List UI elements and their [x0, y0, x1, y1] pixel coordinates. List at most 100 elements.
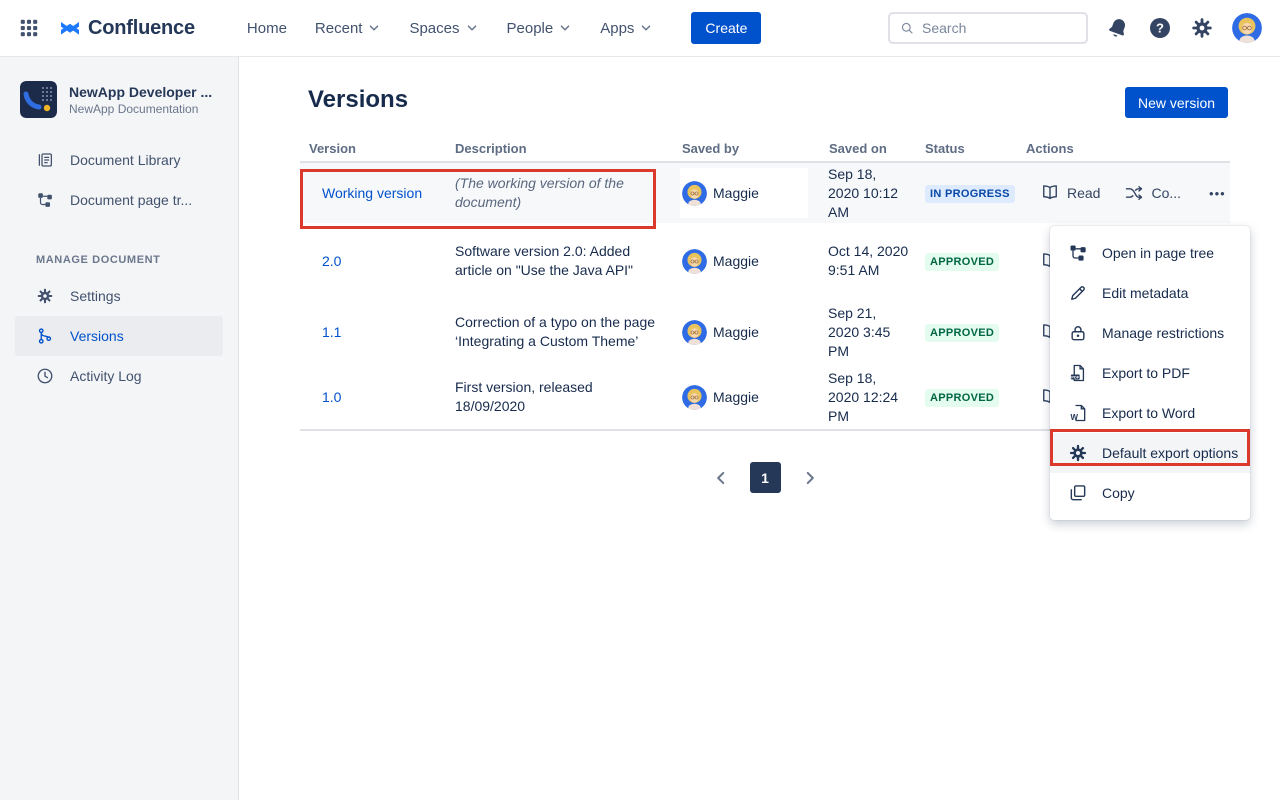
menu-item-label: Open in page tree — [1102, 245, 1214, 261]
nav-item-people[interactable]: People — [497, 14, 583, 43]
nav-item-home[interactable]: Home — [237, 14, 297, 43]
sidebar-section-title: MANAGE DOCUMENT — [36, 254, 238, 266]
sidebar-item-versions[interactable]: Versions — [15, 316, 223, 356]
menu-item-label: Edit metadata — [1102, 285, 1188, 301]
word-icon — [1068, 403, 1088, 423]
version-link[interactable]: 2.0 — [300, 253, 450, 269]
gear-icon — [36, 287, 54, 305]
read-action[interactable]: Read — [1040, 183, 1100, 203]
menu-item-default-export-options[interactable]: Default export options — [1050, 433, 1250, 473]
version-link[interactable]: Working version — [300, 185, 450, 201]
saved-on: Sep 18, 2020 10:12 AM — [828, 165, 918, 222]
logo-text: Confluence — [88, 17, 195, 40]
menu-item-edit-metadata[interactable]: Edit metadata — [1050, 273, 1250, 313]
saved-by-name: Maggie — [713, 185, 759, 201]
version-description: (The working version of the document) — [450, 174, 680, 212]
settings-gear-icon[interactable] — [1190, 16, 1214, 40]
menu-item-open-in-page-tree[interactable]: Open in page tree — [1050, 233, 1250, 273]
nav-item-label: Spaces — [409, 20, 459, 37]
clock-icon — [36, 367, 54, 385]
column-header: Status — [918, 141, 1020, 156]
sidebar-item-activity-log[interactable]: Activity Log — [15, 356, 223, 396]
avatar-icon — [682, 385, 707, 410]
nav-item-spaces[interactable]: Spaces — [399, 14, 488, 43]
column-header: Saved on — [828, 141, 918, 156]
menu-item-copy[interactable]: Copy — [1050, 473, 1250, 513]
nav-item-apps[interactable]: Apps — [590, 14, 663, 43]
library-icon — [36, 151, 54, 169]
page-tree-icon — [1068, 243, 1088, 263]
page-title: Versions — [308, 86, 408, 114]
space-subtitle: NewApp Documentation — [69, 102, 212, 116]
sidebar-item-settings[interactable]: Settings — [15, 276, 223, 316]
saved-on: Sep 18, 2020 12:24 PM — [828, 369, 918, 426]
menu-item-export-to-pdf[interactable]: Export to PDF — [1050, 353, 1250, 393]
menu-item-label: Manage restrictions — [1102, 325, 1224, 341]
page-number-current[interactable]: 1 — [750, 462, 781, 493]
table-header-row: Version Description Saved by Saved on St… — [300, 135, 1230, 163]
saved-on: Sep 21, 2020 3:45 PM — [828, 304, 918, 361]
new-version-button[interactable]: New version — [1125, 87, 1228, 118]
sidebar-item-label: Settings — [70, 288, 121, 304]
nav-item-label: People — [507, 20, 554, 37]
sidebar-item-label: Document page tr... — [70, 192, 192, 208]
app-switcher-icon[interactable] — [18, 17, 40, 39]
saved-by-cell: Maggie — [680, 223, 828, 299]
pdf-icon — [1068, 363, 1088, 383]
page-tree-icon — [36, 191, 54, 209]
chevron-down-icon — [465, 21, 479, 35]
nav-item-recent[interactable]: Recent — [305, 14, 392, 43]
status-badge: APPROVED — [925, 389, 999, 407]
version-description: Correction of a typo on the page ‘Integr… — [450, 313, 680, 351]
column-header: Version — [300, 141, 450, 156]
space-header[interactable]: NewApp Developer ... NewApp Documentatio… — [0, 81, 238, 124]
previous-page-icon[interactable] — [712, 469, 730, 487]
table-row: Working version (The working version of … — [300, 163, 1230, 223]
saved-by-name: Maggie — [713, 389, 759, 405]
status-cell: APPROVED — [918, 252, 1020, 271]
saved-by-cell: Maggie — [680, 168, 808, 218]
version-link[interactable]: 1.0 — [300, 389, 450, 405]
sidebar-item-document-library[interactable]: Document Library — [15, 140, 223, 180]
version-description: First version, released 18/09/2020 — [450, 378, 680, 416]
confluence-logo[interactable]: Confluence — [58, 16, 195, 40]
menu-item-label: Export to PDF — [1102, 365, 1190, 381]
status-cell: IN PROGRESS — [918, 184, 1020, 203]
saved-by-cell: Maggie — [680, 365, 828, 429]
version-link[interactable]: 1.1 — [300, 324, 450, 340]
status-badge: APPROVED — [925, 324, 999, 342]
notifications-bell-icon[interactable] — [1106, 16, 1130, 40]
actions-context-menu: Open in page tree Edit metadata Manage r… — [1050, 226, 1250, 520]
menu-item-export-to-word[interactable]: Export to Word — [1050, 393, 1250, 433]
menu-item-label: Copy — [1102, 485, 1135, 501]
primary-nav: Home Recent Spaces People Apps — [237, 14, 664, 43]
versions-branch-icon — [36, 327, 54, 345]
saved-on: Oct 14, 2020 9:51 AM — [828, 242, 918, 280]
actions-cell: Read Co... ••• — [1020, 183, 1230, 203]
avatar-icon — [682, 320, 707, 345]
help-icon[interactable] — [1148, 16, 1172, 40]
menu-item-manage-restrictions[interactable]: Manage restrictions — [1050, 313, 1250, 353]
confluence-mark-icon — [58, 16, 82, 40]
sidebar-item-label: Activity Log — [70, 368, 142, 384]
nav-item-label: Apps — [600, 20, 634, 37]
pencil-icon — [1068, 283, 1088, 303]
status-badge: IN PROGRESS — [925, 185, 1015, 203]
search-input[interactable] — [922, 20, 1076, 36]
user-avatar[interactable] — [1232, 13, 1262, 43]
nav-item-label: Recent — [315, 20, 363, 37]
create-button[interactable]: Create — [691, 12, 761, 44]
status-cell: APPROVED — [918, 388, 1020, 407]
space-name: NewApp Developer ... — [69, 84, 212, 100]
avatar-icon — [682, 249, 707, 274]
more-actions-button[interactable]: ••• — [1209, 186, 1226, 201]
compare-action[interactable]: Co... — [1124, 183, 1181, 203]
sidebar-item-label: Versions — [70, 328, 124, 344]
status-badge: APPROVED — [925, 253, 999, 271]
copy-icon — [1068, 483, 1088, 503]
column-header: Description — [450, 141, 680, 156]
next-page-icon[interactable] — [801, 469, 819, 487]
top-nav: Confluence Home Recent Spaces People App… — [0, 0, 1280, 57]
search-box[interactable] — [888, 12, 1088, 44]
sidebar-item-document-page-tree[interactable]: Document page tr... — [15, 180, 223, 220]
